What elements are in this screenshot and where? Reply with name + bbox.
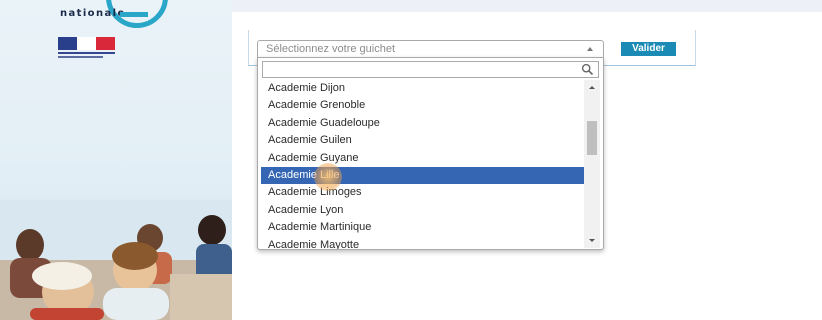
- french-flag-icon: [58, 37, 115, 50]
- option-academie-guilen[interactable]: Academie Guilen: [261, 132, 584, 149]
- option-academie-lyon[interactable]: Academie Lyon: [261, 202, 584, 219]
- option-academie-limoges[interactable]: Academie Limoges: [261, 184, 584, 201]
- search-icon: [581, 63, 594, 76]
- options-list: Academie Dijon Academie Grenoble Academi…: [261, 80, 584, 249]
- option-academie-guadeloupe[interactable]: Academie Guadeloupe: [261, 115, 584, 132]
- left-panel: nationale: [0, 0, 232, 320]
- dropdown-scrollbar[interactable]: [584, 80, 600, 248]
- option-academie-martinique[interactable]: Academie Martinique: [261, 219, 584, 236]
- option-academie-lille[interactable]: Academie Lille: [261, 166, 584, 185]
- valider-button[interactable]: Valider: [621, 42, 676, 56]
- select-placeholder: Sélectionnez votre guichet: [266, 43, 396, 55]
- logo-caption-line: [58, 56, 103, 58]
- scrollbar-thumb[interactable]: [587, 121, 597, 155]
- option-academie-guyane[interactable]: Academie Guyane: [261, 150, 584, 167]
- republique-francaise-logo: [58, 37, 115, 63]
- logo-text: nationale: [60, 8, 126, 19]
- students-photo: [0, 200, 232, 320]
- guichet-dropdown: Academie Dijon Academie Grenoble Academi…: [257, 57, 604, 250]
- logo-caption-line: [58, 52, 115, 54]
- option-academie-dijon[interactable]: Academie Dijon: [261, 80, 584, 97]
- logo-accent-bar: [120, 12, 148, 17]
- scroll-up-arrow-icon[interactable]: [589, 86, 595, 89]
- chevron-up-icon: [587, 47, 593, 51]
- dropdown-search-input[interactable]: [262, 61, 599, 78]
- scroll-down-arrow-icon[interactable]: [589, 239, 595, 242]
- option-academie-grenoble[interactable]: Academie Grenoble: [261, 97, 584, 114]
- click-cursor-indicator: [314, 163, 342, 191]
- option-academie-mayotte[interactable]: Academie Mayotte: [261, 237, 584, 249]
